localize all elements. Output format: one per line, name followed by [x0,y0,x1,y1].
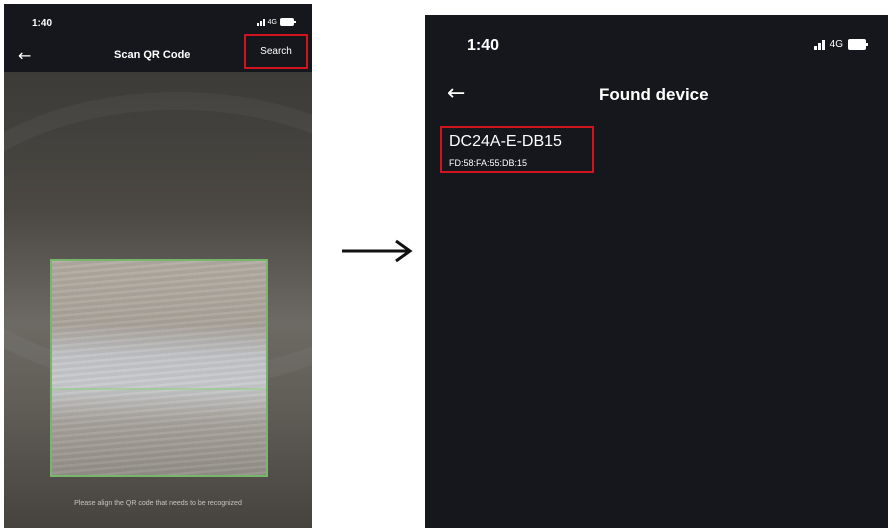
back-arrow-icon[interactable]: ← [447,81,465,106]
scan-hint-text: Please align the QR code that needs to b… [74,500,242,507]
battery-icon [848,39,868,50]
status-icons: 4G [813,39,868,50]
network-type: 4G [267,18,277,26]
camera-viewfinder: Please align the QR code that needs to b… [4,72,312,528]
page-title: Scan QR Code [114,49,191,61]
status-icons: 4G [256,18,296,26]
scan-qr-screen: 1:40 4G ← Scan QR Code Search Please ali… [4,4,312,528]
scan-frame-texture [52,261,266,475]
scan-line [52,388,266,390]
qr-scan-frame [50,259,268,477]
page-title: Found device [599,85,709,104]
device-name: DC24A-E-DB15 [449,133,562,150]
signal-icon [256,18,265,26]
status-time: 1:40 [32,18,53,29]
signal-icon [813,39,825,50]
search-button-label: Search [260,46,292,57]
right-arrow-icon [342,239,413,263]
status-time: 1:40 [467,37,500,54]
battery-icon [280,18,296,26]
device-mac-address: FD:58:FA:55:DB:15 [449,158,528,168]
search-button[interactable]: Search [244,34,308,69]
back-arrow-icon[interactable]: ← [18,46,31,65]
network-type: 4G [829,39,843,50]
found-device-screen: 1:40 4G ← Found device DC24A-E-DB15 FD:5… [425,15,888,528]
device-list-item[interactable]: DC24A-E-DB15 FD:58:FA:55:DB:15 [440,126,594,173]
